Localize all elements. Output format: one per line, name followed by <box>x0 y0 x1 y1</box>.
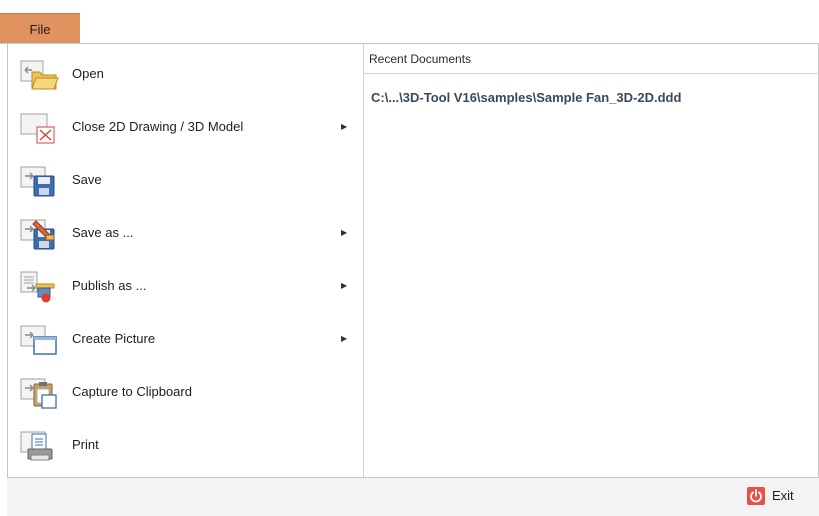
printer-icon <box>20 431 53 461</box>
submenu-arrow-icon: ▶ <box>341 334 348 343</box>
recent-documents-header: Recent Documents <box>369 52 472 66</box>
file-menu: Open Close 2D Drawing / 3D Model ▶ Save <box>8 44 363 477</box>
submenu-arrow-icon: ▶ <box>341 122 348 131</box>
create-picture-icon <box>20 325 57 355</box>
menu-item-save-as[interactable]: Save as ... ▶ <box>8 211 363 255</box>
menu-item-label: Close 2D Drawing / 3D Model <box>72 119 244 134</box>
clipboard-icon <box>20 378 57 409</box>
submenu-arrow-icon: ▶ <box>341 228 348 237</box>
recent-documents-panel: Recent Documents C:\...\3D-Tool V16\samp… <box>364 44 818 477</box>
menu-item-close-model[interactable]: Close 2D Drawing / 3D Model ▶ <box>8 105 363 149</box>
menu-item-label: Save as ... <box>72 225 134 240</box>
recent-document-item[interactable]: C:\...\3D-Tool V16\samples\Sample Fan_3D… <box>371 90 681 105</box>
exit-button[interactable]: Exit <box>744 480 804 510</box>
open-folder-icon <box>20 60 59 90</box>
publish-icon <box>20 271 55 303</box>
menu-item-save[interactable]: Save <box>8 158 363 202</box>
menu-item-open[interactable]: Open <box>8 52 363 96</box>
tab-file[interactable]: File <box>0 13 80 44</box>
recent-header-divider <box>364 73 818 74</box>
bottom-bar <box>7 477 819 516</box>
menu-item-label: Create Picture <box>72 331 156 346</box>
menu-item-create-picture[interactable]: Create Picture ▶ <box>8 317 363 361</box>
menu-item-print[interactable]: Print <box>8 423 363 467</box>
menu-item-label: Capture to Clipboard <box>72 384 192 399</box>
submenu-arrow-icon: ▶ <box>341 281 348 290</box>
close-model-icon <box>20 113 55 144</box>
menu-item-label: Publish as ... <box>72 278 147 293</box>
title-bar: File <box>0 0 819 44</box>
save-disk-icon <box>20 166 55 197</box>
menu-item-label: Open <box>72 66 104 81</box>
menu-item-label: Print <box>72 437 99 452</box>
exit-label: Exit <box>772 488 794 503</box>
power-icon <box>747 487 765 505</box>
menu-item-label: Save <box>72 172 102 187</box>
save-as-icon <box>20 219 55 250</box>
menu-item-publish-as[interactable]: Publish as ... ▶ <box>8 264 363 308</box>
menu-item-capture-clipboard[interactable]: Capture to Clipboard <box>8 370 363 414</box>
